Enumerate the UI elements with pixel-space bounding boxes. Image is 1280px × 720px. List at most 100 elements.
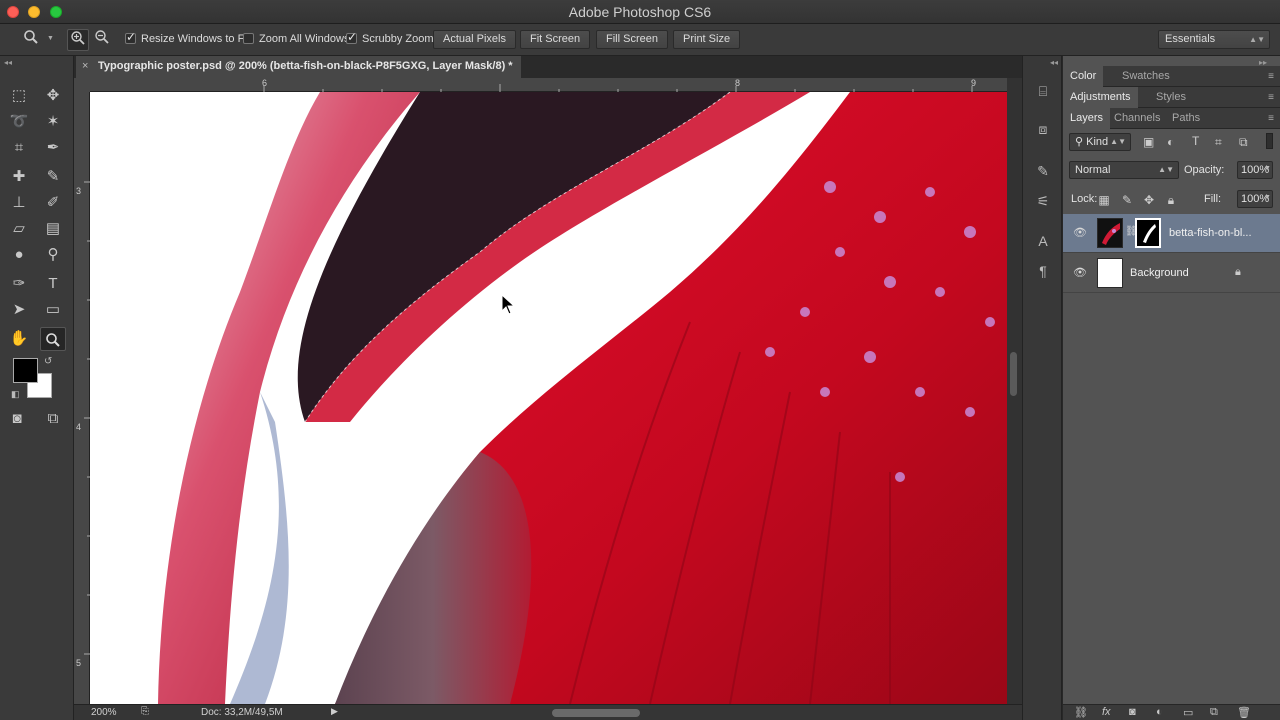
eyedropper-tool-icon[interactable]: ✒ [40, 136, 66, 160]
document-tab[interactable]: × Typographic poster.psd @ 200% (betta-f… [76, 56, 521, 78]
brush-panel-icon[interactable]: ✎ [1032, 160, 1054, 182]
move-tool-icon[interactable]: ✥ [40, 84, 66, 108]
brush-tool-icon[interactable]: ✎ [40, 165, 66, 189]
resize-windows-checkbox[interactable] [125, 30, 136, 44]
filter-shape-icon[interactable]: ⌗ [1215, 135, 1222, 150]
ruler-origin[interactable] [74, 78, 90, 92]
foreground-color-swatch[interactable] [13, 358, 38, 383]
expand-panels-icon[interactable]: ◂◂ [1050, 58, 1058, 67]
blur-tool-icon[interactable]: ● [6, 243, 32, 267]
layer-thumbnail[interactable] [1097, 258, 1123, 288]
layer-mask-thumbnail[interactable] [1135, 218, 1161, 248]
filter-type-icon[interactable]: T [1192, 134, 1199, 148]
layer-thumbnail[interactable] [1097, 218, 1123, 248]
panel-menu-icon[interactable]: ≡ [1268, 92, 1274, 103]
clone-stamp-tool-icon[interactable]: ⊥ [6, 191, 32, 215]
eraser-tool-icon[interactable]: ▱ [6, 217, 32, 241]
blend-mode-select[interactable]: Normal ▲▼ [1069, 161, 1179, 179]
swap-colors-icon[interactable]: ↺ [44, 356, 52, 367]
tab-color[interactable]: Color [1063, 66, 1104, 87]
scrubby-zoom-checkbox[interactable] [346, 30, 357, 44]
pen-tool-icon[interactable]: ✑ [6, 272, 32, 296]
new-layer-icon[interactable]: ⧉ [1210, 706, 1218, 719]
actual-pixels-button[interactable]: Actual Pixels [433, 30, 516, 49]
default-colors-icon[interactable]: ◧ [11, 389, 20, 400]
add-mask-icon[interactable]: ◙ [1129, 706, 1136, 718]
layer-row[interactable]: 👁︎ ⛓︎ betta-fish-on-bl... [1063, 214, 1280, 253]
workspace-select[interactable]: Essentials ▲▼ [1158, 30, 1270, 49]
lasso-tool-icon[interactable]: ➰ [6, 110, 32, 134]
marquee-tool-icon[interactable]: ⬚ [6, 84, 32, 108]
layer-filter-select[interactable]: ⚲ Kind ▲▼ [1069, 133, 1131, 151]
delete-layer-icon[interactable]: 🗑︎ [1237, 706, 1251, 719]
new-adjustment-layer-icon[interactable]: ◐ [1156, 706, 1163, 718]
zoom-tool-icon[interactable] [40, 327, 66, 351]
lock-transparency-icon[interactable]: ▦ [1096, 193, 1112, 209]
tab-swatches[interactable]: Swatches [1115, 66, 1177, 87]
type-tool-icon[interactable]: T [40, 272, 66, 296]
rectangle-tool-icon[interactable]: ▭ [40, 298, 66, 322]
visibility-eye-icon[interactable]: 👁︎ [1073, 266, 1087, 279]
history-panel-icon[interactable]: ⌸ [1032, 80, 1054, 102]
close-document-icon[interactable]: × [82, 56, 88, 77]
filter-pixel-icon[interactable]: ▣ [1143, 135, 1154, 149]
panel-menu-icon[interactable]: ≡ [1268, 113, 1274, 124]
gradient-tool-icon[interactable]: ▤ [40, 217, 66, 241]
layer-name: betta-fish-on-bl... [1169, 227, 1252, 239]
lock-image-icon[interactable]: ✎ [1119, 193, 1135, 209]
paragraph-panel-icon[interactable]: ¶ [1032, 260, 1054, 282]
updown-arrows-icon: ▲▼ [1158, 165, 1174, 174]
filter-toggle[interactable] [1266, 133, 1273, 149]
lock-position-icon[interactable]: ✥ [1141, 193, 1157, 209]
hand-tool-icon[interactable]: ✋ [6, 327, 32, 351]
healing-brush-tool-icon[interactable]: ✚ [6, 165, 32, 189]
lock-all-icon[interactable]: 🔒︎ [1163, 193, 1179, 209]
path-selection-tool-icon[interactable]: ➤ [6, 298, 32, 322]
fit-screen-button[interactable]: Fit Screen [520, 30, 591, 49]
tab-adjustments[interactable]: Adjustments [1063, 87, 1138, 108]
quick-mask-icon[interactable]: ◙ [4, 407, 30, 431]
zoom-out-icon[interactable] [91, 29, 113, 51]
fill-screen-button[interactable]: Fill Screen [596, 30, 668, 49]
screen-mode-icon[interactable]: ⧉ [40, 407, 66, 431]
status-menu-arrow-icon[interactable]: ▶ [331, 706, 338, 717]
print-size-button[interactable]: Print Size [673, 30, 741, 49]
vertical-scrollbar[interactable] [1007, 78, 1022, 704]
visibility-eye-icon[interactable]: 👁︎ [1073, 226, 1087, 239]
export-icon[interactable]: ⎘ [141, 706, 149, 717]
actions-panel-icon[interactable]: ⧈ [1032, 118, 1054, 140]
blend-mode-value: Normal [1075, 164, 1111, 176]
tab-styles[interactable]: Styles [1149, 87, 1193, 108]
dodge-tool-icon[interactable]: ⚲ [40, 243, 66, 267]
history-brush-tool-icon[interactable]: ✐ [40, 191, 66, 215]
new-group-icon[interactable]: ▭ [1183, 706, 1193, 719]
link-layers-icon[interactable]: ⛓︎ [1074, 706, 1088, 719]
layer-row[interactable]: 👁︎ Background 🔒︎ [1063, 254, 1280, 293]
panel-menu-icon[interactable]: ≡ [1268, 71, 1274, 82]
character-panel-icon[interactable]: A [1032, 230, 1054, 252]
vertical-ruler[interactable]: 3 4 5 [74, 92, 90, 704]
crop-tool-icon[interactable]: ⌗ [6, 136, 32, 160]
zoom-level[interactable]: 200% [91, 707, 117, 718]
magic-wand-tool-icon[interactable]: ✶ [40, 110, 66, 134]
layer-style-icon[interactable]: fx [1102, 706, 1111, 718]
zoom-tool-preset-icon[interactable] [20, 29, 42, 51]
filter-smartobject-icon[interactable]: ⧉ [1239, 135, 1248, 150]
tab-layers[interactable]: Layers [1063, 108, 1111, 129]
ruler-label: 9 [971, 78, 977, 88]
horizontal-ruler[interactable]: 6 8 9 [90, 78, 1007, 92]
tab-channels[interactable]: Channels [1107, 108, 1167, 129]
opacity-dropdown-icon[interactable]: ▼ [1264, 165, 1271, 172]
collapse-panel-icon[interactable]: ◂◂ [4, 58, 12, 67]
scrollbar-thumb[interactable] [1010, 352, 1017, 396]
tools-panel: ◂◂ ⬚ ✥ ➰ ✶ ⌗ ✒ ✚ ✎ ⊥ ✐ ▱ ▤ ● ⚲ ✑ T ➤ ▭ ✋… [0, 56, 74, 720]
tool-presets-panel-icon[interactable]: ⚟ [1032, 190, 1054, 212]
preset-dropdown-arrow-icon[interactable]: ▼ [47, 35, 54, 42]
zoom-in-icon[interactable] [67, 29, 89, 51]
filter-adjustment-icon[interactable]: ◐ [1167, 135, 1174, 149]
tab-paths[interactable]: Paths [1165, 108, 1207, 129]
horizontal-scrollbar-thumb[interactable] [552, 709, 640, 717]
zoom-all-windows-checkbox[interactable] [243, 33, 254, 44]
document-canvas[interactable] [90, 92, 1007, 704]
fill-dropdown-icon[interactable]: ▼ [1264, 194, 1271, 201]
